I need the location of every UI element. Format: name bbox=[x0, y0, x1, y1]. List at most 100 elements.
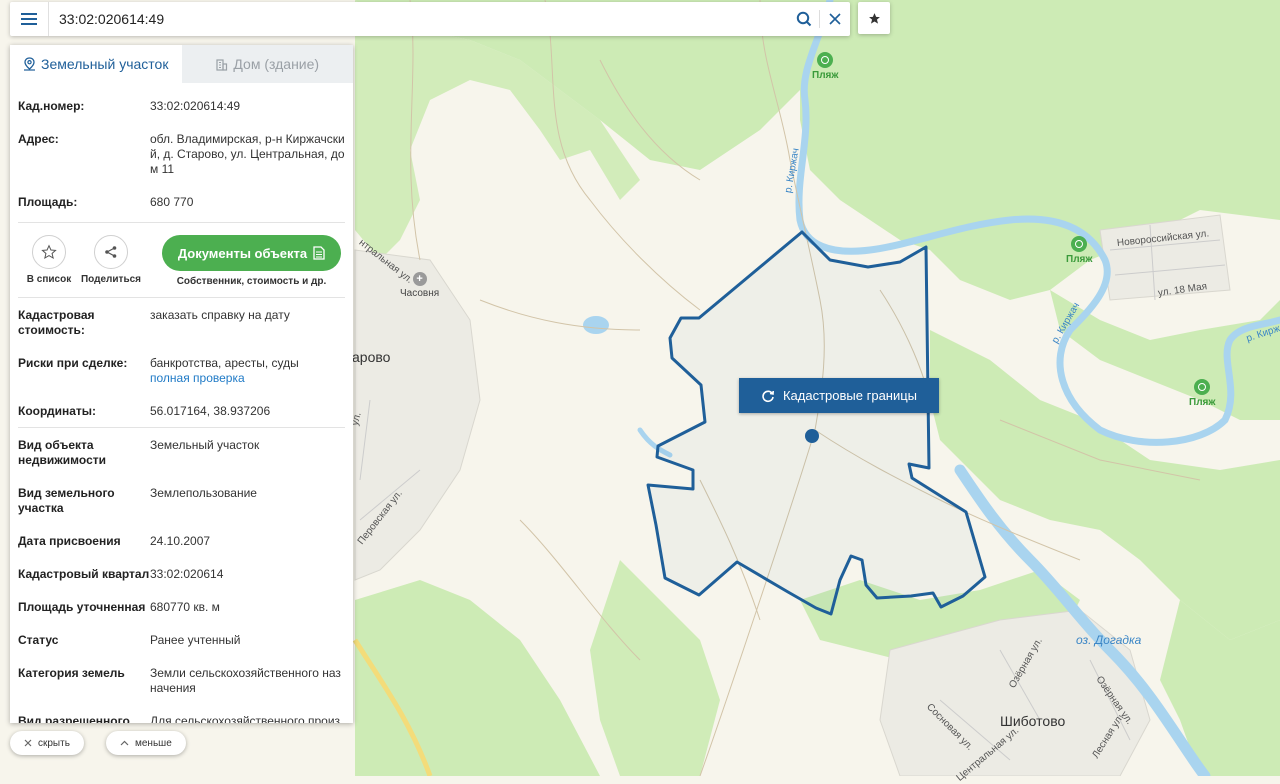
info-label: Координаты: bbox=[18, 404, 97, 418]
detail-row: Вид объекта недвижимости Земельный участо… bbox=[18, 432, 345, 472]
documents-subtitle: Собственник, стоимость и др. bbox=[176, 276, 327, 287]
refresh-icon bbox=[762, 389, 774, 402]
object-info-panel: Земельный участок Дом (здание) Кад.номер… bbox=[10, 45, 353, 723]
documents-button-label: Документы объекта bbox=[177, 245, 308, 261]
info-label: Адрес: bbox=[18, 132, 59, 146]
tab-house-label: Дом (здание) bbox=[233, 56, 320, 72]
star-outline-icon bbox=[41, 244, 57, 260]
share-label: Поделиться bbox=[80, 274, 141, 285]
chapel-label: Часовня bbox=[400, 288, 440, 299]
building-icon bbox=[216, 58, 228, 71]
divider bbox=[18, 427, 345, 428]
clear-search-button[interactable] bbox=[820, 2, 850, 36]
risks-value: банкротства, аресты, суды полная проверк… bbox=[150, 356, 345, 386]
detail-row: Дата присвоения 24.10.2007 bbox=[18, 520, 345, 553]
beach-label: Пляж bbox=[812, 70, 839, 81]
detail-value: 680770 кв. м bbox=[150, 600, 220, 614]
cadastral-number-link[interactable]: 33:02:020614:49 bbox=[150, 99, 345, 114]
menu-button[interactable] bbox=[10, 2, 49, 36]
star-icon bbox=[868, 12, 880, 24]
info-row-cadnum: Кад.номер: 33:02:020614:49 bbox=[18, 93, 345, 118]
share-action[interactable]: Поделиться bbox=[80, 235, 142, 285]
documents-block: Документы объекта Собственник, стоимость… bbox=[142, 235, 345, 287]
coords-value: 56.017164, 38.937206 bbox=[150, 404, 271, 418]
add-to-list-button[interactable] bbox=[32, 235, 66, 269]
detail-label: Вид разрешенного использования bbox=[18, 714, 130, 723]
close-icon bbox=[829, 13, 841, 25]
hide-panel-button[interactable]: скрыть bbox=[10, 731, 84, 755]
detail-label: Вид земельного участка bbox=[18, 486, 115, 515]
documents-button[interactable]: Документы объекта bbox=[161, 235, 342, 271]
close-icon bbox=[24, 739, 32, 747]
info-label: Кадастровая стоимость: bbox=[18, 308, 95, 337]
tab-land-plot-label: Земельный участок bbox=[41, 56, 169, 72]
detail-value: Земельный участок bbox=[150, 438, 260, 452]
panel-actions: В список Поделиться Документы объекта Со… bbox=[18, 227, 345, 293]
beach-poi-1[interactable]: Пляж bbox=[812, 52, 838, 81]
cadastral-boundaries-button[interactable]: Кадастровые границы bbox=[739, 378, 939, 413]
full-check-link[interactable]: полная проверка bbox=[150, 371, 345, 386]
location-pin-icon bbox=[24, 57, 36, 71]
detail-label: Вид объекта недвижимости bbox=[18, 438, 106, 467]
pond bbox=[583, 316, 609, 334]
beach-label: Пляж bbox=[1066, 254, 1093, 265]
area-value: 680 770 bbox=[150, 195, 194, 209]
address-value: обл. Владимирская, р-н Киржачский, д. Ст… bbox=[150, 132, 345, 176]
detail-label: Дата присвоения bbox=[18, 534, 121, 548]
add-to-list-label: В список bbox=[26, 274, 72, 285]
beach-poi-2[interactable]: Пляж bbox=[1066, 236, 1092, 265]
info-label: Риски при сделке: bbox=[18, 356, 128, 370]
chevron-up-icon bbox=[120, 740, 129, 746]
search-button[interactable] bbox=[789, 2, 819, 36]
info-row-area: Площадь: 680 770 bbox=[18, 181, 345, 214]
detail-row: Площадь уточненная 680770 кв. м bbox=[18, 586, 345, 619]
tab-land-plot[interactable]: Земельный участок bbox=[10, 45, 182, 83]
share-icon bbox=[105, 246, 117, 258]
village-label-shibotovo: Шиботово bbox=[1000, 713, 1066, 729]
detail-label: Категория земель bbox=[18, 666, 125, 680]
risks-text: банкротства, аресты, суды bbox=[150, 356, 299, 370]
detail-label: Кадастровый квартал bbox=[18, 567, 150, 581]
divider bbox=[18, 222, 345, 223]
search-bar bbox=[10, 2, 850, 36]
detail-value: 24.10.2007 bbox=[150, 534, 211, 548]
favorites-button[interactable] bbox=[858, 2, 890, 34]
cadastral-boundaries-label: Кадастровые границы bbox=[782, 388, 918, 403]
detail-row: Кадастровый квартал 33:02:020614 bbox=[18, 553, 345, 586]
tab-house[interactable]: Дом (здание) bbox=[181, 45, 353, 83]
detail-row: Статус Ранее учтенный bbox=[18, 619, 345, 652]
panel-body: Кад.номер: 33:02:020614:49 Адрес: обл. В… bbox=[10, 83, 353, 723]
hamburger-icon bbox=[21, 18, 37, 20]
info-label: Кад.номер: bbox=[18, 99, 85, 113]
detail-label: Статус bbox=[18, 633, 59, 647]
info-row-coords: Координаты: 56.017164, 38.937206 bbox=[18, 390, 345, 423]
order-certificate-link[interactable]: заказать справку на дату bbox=[150, 308, 345, 338]
info-row-cadastral-value: Кадастровая стоимость: заказать справку … bbox=[18, 302, 345, 342]
panel-tabs: Земельный участок Дом (здание) bbox=[10, 45, 353, 83]
collapse-panel-button[interactable]: меньше bbox=[106, 731, 186, 755]
info-row-risks: Риски при сделке: банкротства, аресты, с… bbox=[18, 342, 345, 390]
detail-value: Земли сельскохозяйственного назначения bbox=[150, 666, 341, 695]
parcel-marker[interactable] bbox=[805, 429, 819, 443]
detail-row: Вид разрешенного использования Для сельск… bbox=[18, 700, 345, 723]
detail-value: Землепользование bbox=[150, 486, 257, 500]
detail-value: Ранее учтенный bbox=[150, 633, 241, 647]
details-list: Вид объекта недвижимости Земельный участо… bbox=[18, 432, 345, 723]
share-button[interactable] bbox=[94, 235, 128, 269]
info-row-address: Адрес: обл. Владимирская, р-н Киржачский… bbox=[18, 118, 345, 181]
add-to-list-action[interactable]: В список bbox=[18, 235, 80, 285]
beach-poi-3[interactable]: Пляж bbox=[1189, 379, 1215, 408]
village-label-starovo: арово bbox=[352, 349, 391, 365]
detail-value: Для сельскохозяйственного производства bbox=[150, 714, 341, 723]
collapse-panel-label: меньше bbox=[135, 737, 172, 749]
divider bbox=[18, 297, 345, 298]
search-input[interactable] bbox=[49, 4, 789, 34]
search-icon bbox=[796, 11, 812, 27]
info-label: Площадь: bbox=[18, 195, 78, 209]
beach-icon bbox=[817, 52, 834, 68]
beach-label: Пляж bbox=[1189, 397, 1216, 408]
lake-label: оз. Догадка bbox=[1076, 633, 1142, 647]
detail-label: Площадь уточненная bbox=[18, 600, 146, 614]
cross-icon: + bbox=[412, 272, 427, 286]
document-icon bbox=[313, 246, 325, 260]
